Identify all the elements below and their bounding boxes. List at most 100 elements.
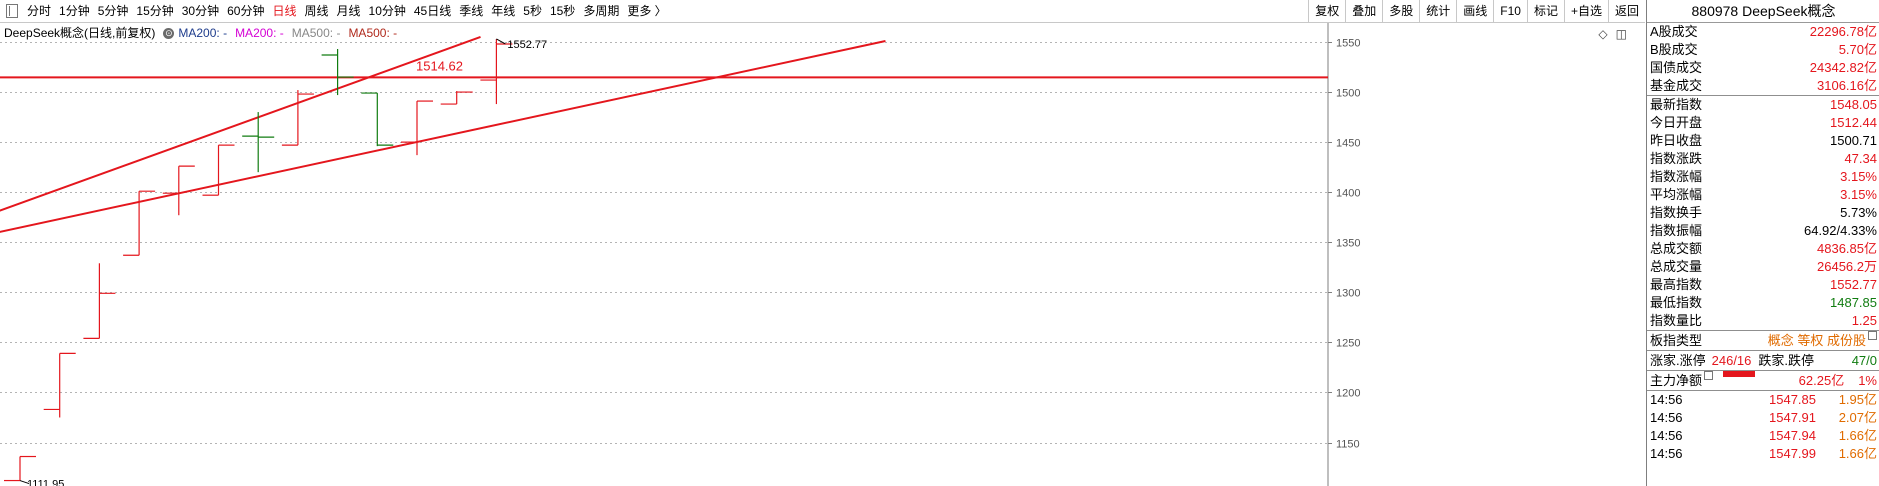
toolbar-button[interactable]: 多股 [1382,0,1419,22]
advance-decline-row: 涨家.涨停 246/16 跌家.跌停 47/0 [1647,351,1879,371]
index-type-label: 板指类型 [1650,333,1703,348]
decline-label: 跌家.跌停 [1758,353,1815,368]
tick-price: 1547.99 [1769,446,1816,461]
toolbar-button[interactable]: F10 [1493,0,1527,22]
index-type-tags[interactable]: 概念 等权 成份股 [1768,331,1866,350]
period-tab[interactable]: 1分钟 [55,0,94,22]
stat-label: 平均涨幅 [1650,187,1703,202]
period-tab[interactable]: 30分钟 [178,0,223,22]
stat-row: 指数量比 1.25 [1647,312,1879,330]
trendline [0,36,481,212]
stat-value: 47.34 [1844,151,1877,166]
toolbar-button[interactable]: 返回 [1607,0,1645,22]
stat-value: 26456.2万 [1817,259,1877,274]
flow-info-icon[interactable] [1704,371,1714,380]
stat-label: 国债成交 [1650,60,1703,75]
chart-header: DeepSeek概念(日线,前复权) ⊙ MA200: - MA200: - M… [4,25,397,41]
period-tab[interactable]: 45日线 [410,0,455,22]
period-tab[interactable]: 多周期 [579,0,623,22]
toolbar-button[interactable]: 叠加 [1345,0,1382,22]
axis-tick-label: 1400 [1336,188,1360,200]
toolbar-button[interactable]: +自选 [1563,0,1608,22]
stat-row: 基金成交 3106.16亿 [1647,77,1879,95]
toolbar-button[interactable]: 统计 [1419,0,1456,22]
tick-price: 1547.91 [1769,410,1816,425]
stat-row: 平均涨幅 3.15% [1647,186,1879,204]
axis-tick-label: 1250 [1336,338,1360,350]
tick-row: 14:56 1547.85 1.95亿 [1647,391,1879,409]
kline-chart[interactable]: 1150 1200 1250 1300 1350 1400 1450 1500 1550 1514… [0,23,1645,486]
tick-time: 14:56 [1650,392,1683,407]
tick-price: 1547.85 [1769,392,1816,407]
period-tab[interactable]: 60分钟 [223,0,268,22]
expand-icon[interactable] [1868,331,1877,340]
period-toolbar: 分时 1分钟 5分钟 15分钟 30分钟 60分钟 日线 周线 月线 10分钟 45日线 季线 年线 5秒… [0,0,1645,23]
ma200-label: MA200: - [178,26,228,40]
main-flow-value: 62.25亿 [1798,373,1845,388]
tick-price: 1547.94 [1769,428,1816,443]
stat-row: 最低指数 1487.85 [1647,294,1879,312]
stat-label: 最高指数 [1650,277,1703,292]
stat-value: 3.15% [1840,187,1877,202]
stat-row: 今日开盘 1512.44 [1647,114,1879,132]
decline-value: 47/0 [1851,353,1877,368]
stat-row: 总成交额 4836.85亿 [1647,240,1879,258]
low-label: 1111.95 [27,479,64,486]
panel-toggle-icon[interactable]: ◫ [1616,27,1627,41]
stat-value: 1.25 [1851,313,1877,328]
ma200-b-label: MA200: - [235,26,284,40]
tick-time: 14:56 [1650,428,1683,443]
stat-value: 64.92/4.33% [1803,223,1877,238]
high-label: 1552.77 [507,39,547,51]
period-tab[interactable]: 分时 [23,0,55,22]
period-tab[interactable]: 日线 [268,0,300,22]
period-tab[interactable]: 月线 [333,0,365,22]
toolbar-button[interactable]: 标记 [1526,0,1564,22]
toolbar-button[interactable]: 画线 [1456,0,1493,22]
main-flow-bar [1723,371,1756,377]
kline-chart-canvas[interactable]: 1150 1200 1250 1300 1350 1400 1450 1500 1550 1514… [0,23,1645,486]
main-flow-label: 主力净额 [1650,373,1703,388]
period-tab[interactable]: 年线 [487,0,519,22]
stat-row: 最新指数 1548.05 [1647,96,1879,114]
period-tab[interactable]: 10分钟 [365,0,410,22]
period-tab[interactable]: 15分钟 [132,0,177,22]
stat-row: 总成交量 26456.2万 [1647,258,1879,276]
stat-value: 1552.77 [1830,277,1877,292]
ma500-b-label: MA500: - [348,26,398,40]
stat-row: 最高指数 1552.77 [1647,276,1879,294]
stat-value: 4836.85亿 [1817,241,1877,256]
main-flow-row: 主力净额 62.25亿 1% [1647,371,1879,391]
advance-label: 涨家.涨停 [1650,353,1706,368]
axis-tick-label: 1450 [1336,138,1360,150]
diamond-icon[interactable]: ◇ [1598,27,1607,41]
axis-tick-label: 1550 [1336,38,1360,50]
tick-time: 14:56 [1650,446,1683,461]
function-buttons: 复权 叠加 多股 统计 画线 F10 标记 +自选 返回 [1308,0,1645,22]
stat-row: 国债成交 24342.82亿 [1647,59,1879,77]
period-tab[interactable]: 15秒 [546,0,579,22]
period-tab[interactable]: 5秒 [519,0,546,22]
index-info-panel: 880978 DeepSeek概念 A股成交 22296.78亿 B股成交 5.70亿… [1646,0,1879,486]
stat-value: 1500.71 [1830,133,1877,148]
toolbar-button[interactable]: 复权 [1308,0,1345,22]
advance-value: 246/16 [1711,353,1752,368]
panel-title: 880978 DeepSeek概念 [1647,0,1879,23]
stat-label: 指数量比 [1650,313,1703,328]
axis-tick-label: 1350 [1336,238,1360,250]
stat-value: 5.70亿 [1838,42,1877,57]
toolbar-grip-icon[interactable] [6,4,18,18]
main-flow-pct: 1% [1858,373,1877,388]
stat-label: 指数涨幅 [1650,169,1703,184]
stat-row: B股成交 5.70亿 [1647,41,1879,59]
indicator-toggle-icon[interactable]: ⊙ [163,27,175,39]
period-tab[interactable]: 周线 [300,0,332,22]
stat-label: 最低指数 [1650,295,1703,310]
tick-list[interactable]: 14:56 1547.85 1.95亿 14:56 1547.91 2.07亿 14:56 1… [1647,391,1879,463]
period-tab[interactable]: 5分钟 [94,0,133,22]
stat-label: 今日开盘 [1650,115,1703,130]
period-tab[interactable]: 更多 〉 [623,0,670,22]
period-tab[interactable]: 季线 [455,0,487,22]
stat-row: 指数涨跌 47.34 [1647,150,1879,168]
period-tabs: 分时 1分钟 5分钟 15分钟 30分钟 60分钟 日线 周线 月线 10分钟 45日线 季线 年线 5秒… [0,0,671,22]
